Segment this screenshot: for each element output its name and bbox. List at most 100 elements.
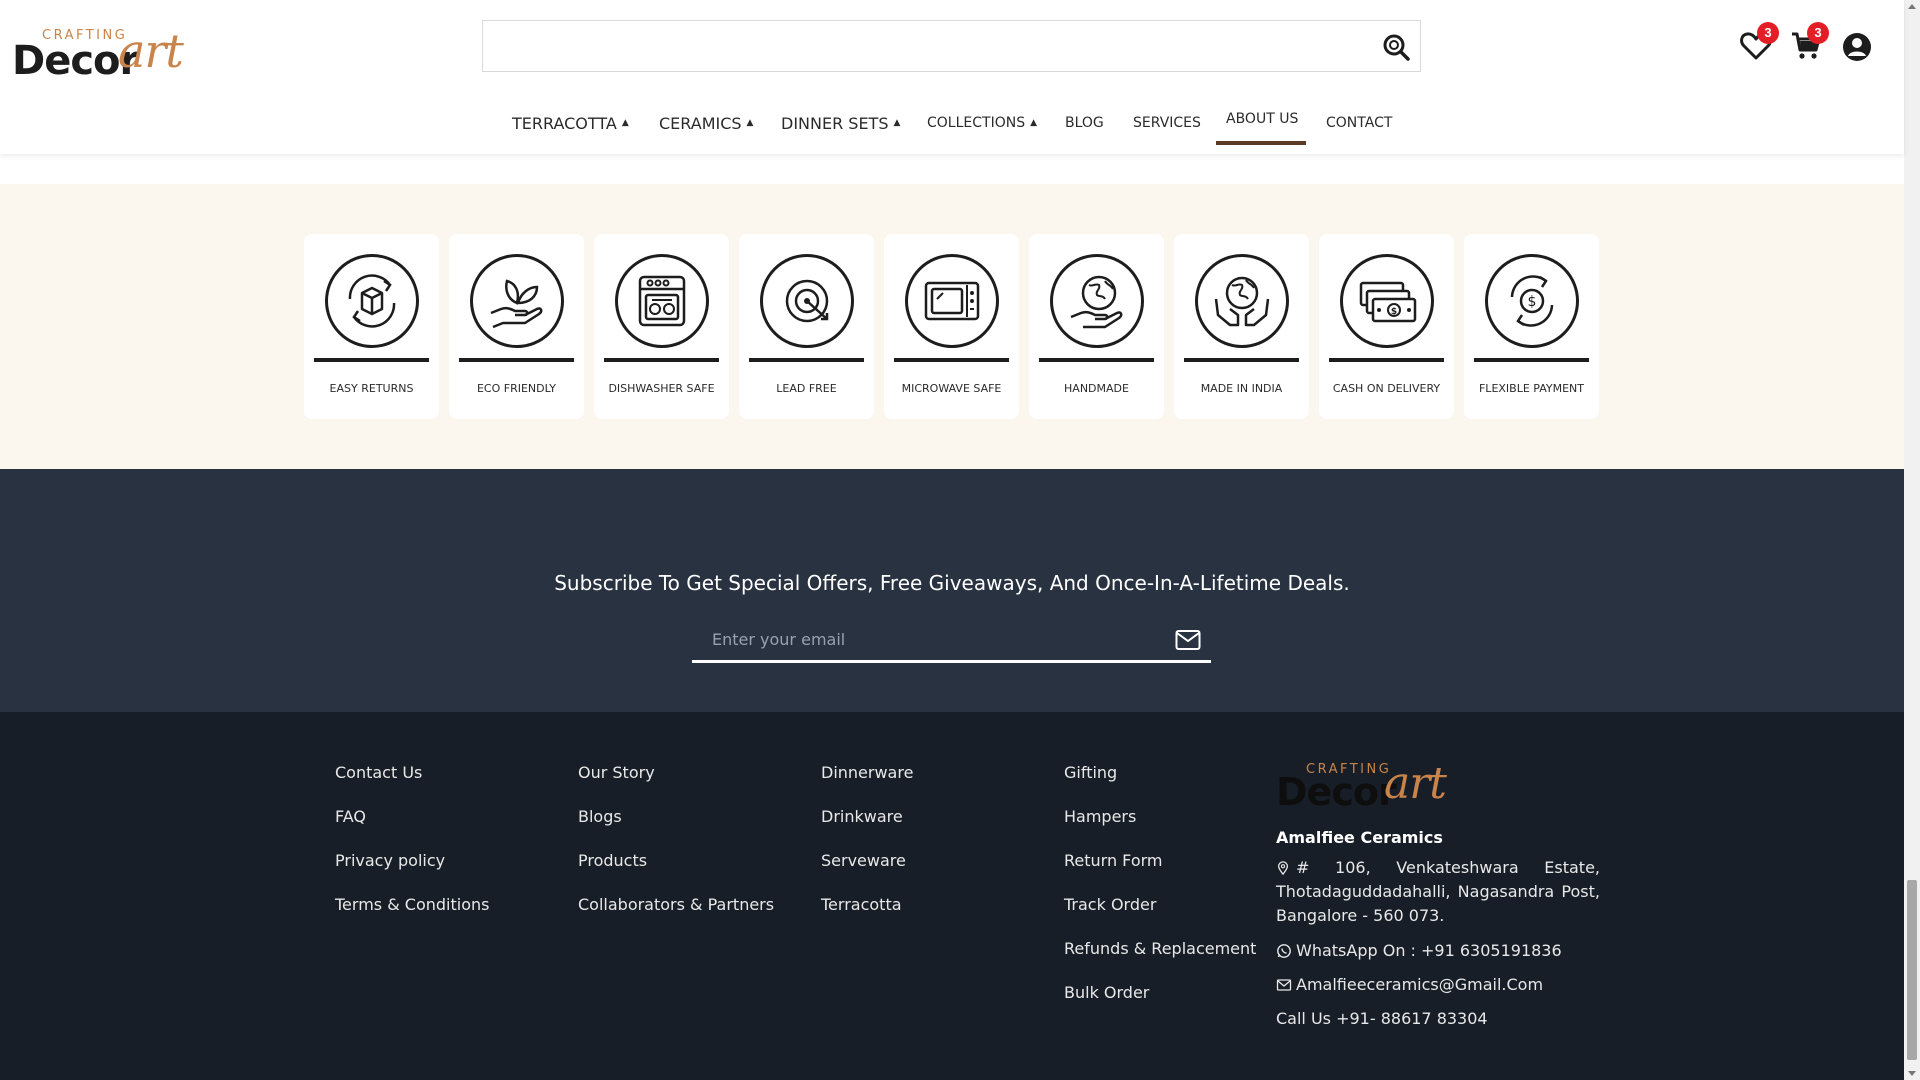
mail-icon[interactable]: [1175, 629, 1201, 651]
cash-icon: $: [1359, 281, 1417, 323]
feature-divider: [1474, 358, 1589, 362]
feature-label: ECO FRIENDLY: [476, 382, 557, 395]
site-footer: Contact Us FAQ Privacy policy Terms & Co…: [0, 712, 1904, 1080]
phone-contact[interactable]: Call Us +91- 88617 83304: [1276, 1009, 1488, 1028]
feature-label: CASH ON DELIVERY: [1332, 382, 1441, 395]
subscribe-heading: Subscribe To Get Special Offers, Free Gi…: [554, 571, 1350, 595]
email-contact[interactable]: Amalfieeceramics@Gmail.Com: [1276, 975, 1543, 994]
footer-link-blogs[interactable]: Blogs: [578, 807, 622, 826]
dishwasher-icon: [638, 275, 686, 327]
footer-link-contact-us[interactable]: Contact Us: [335, 763, 422, 782]
subscribe-form: [692, 619, 1211, 663]
feature-label: HANDMADE: [1064, 382, 1129, 395]
feature-card-lead-free: LEAD FREE: [739, 234, 874, 419]
feature-divider: [459, 358, 574, 362]
return-box-icon: [348, 274, 396, 328]
search-icon[interactable]: [1382, 33, 1410, 61]
nav-ceramics[interactable]: CERAMICS ▲: [659, 100, 753, 146]
active-nav-indicator: [1216, 141, 1306, 145]
account-icon[interactable]: [1841, 31, 1873, 63]
microwave-icon: [924, 281, 980, 321]
footer-link-drinkware[interactable]: Drinkware: [821, 807, 903, 826]
nav-collections-label: COLLECTIONS: [927, 115, 1026, 131]
footer-link-products[interactable]: Products: [578, 851, 647, 870]
feature-label: DISHWASHER SAFE: [608, 382, 715, 395]
location-pin-icon: [1277, 861, 1289, 876]
nav-contact-label: CONTACT: [1326, 115, 1393, 131]
footer-link-serveware[interactable]: Serveware: [821, 851, 906, 870]
phone-text: Call Us +91- 88617 83304: [1276, 1009, 1488, 1028]
feature-card-handmade: HANDMADE: [1029, 234, 1164, 419]
feature-divider: [314, 358, 429, 362]
feature-card-flexible-payment: $ FLEXIBLE PAYMENT: [1464, 234, 1599, 419]
feature-divider: [1039, 358, 1154, 362]
email-input[interactable]: [692, 619, 1152, 659]
scroll-up-arrow-icon[interactable]: [1908, 4, 1916, 9]
whatsapp-icon: [1277, 943, 1291, 958]
footer-link-track-order[interactable]: Track Order: [1064, 895, 1156, 914]
footer-link-refunds[interactable]: Refunds & Replacement: [1064, 939, 1256, 958]
feature-card-microwave-safe: MICROWAVE SAFE: [884, 234, 1019, 419]
footer-link-terms[interactable]: Terms & Conditions: [335, 895, 489, 914]
nav-blog[interactable]: BLOG: [1065, 100, 1104, 146]
search-input[interactable]: [483, 21, 1363, 71]
caret-up-icon: ▲: [893, 118, 901, 128]
envelope-icon: [1276, 978, 1292, 991]
email-text: Amalfieeceramics@Gmail.Com: [1296, 975, 1544, 994]
cart-count-badge: 3: [1807, 22, 1829, 44]
footer-link-dinnerware[interactable]: Dinnerware: [821, 763, 913, 782]
feature-divider: [749, 358, 864, 362]
feature-divider: [894, 358, 1009, 362]
footer-link-our-story[interactable]: Our Story: [578, 763, 655, 782]
feature-divider: [1184, 358, 1299, 362]
feature-card-made-in-india: MADE IN INDIA: [1174, 234, 1309, 419]
wishlist-count-badge: 3: [1757, 22, 1779, 44]
feature-label: FLEXIBLE PAYMENT: [1478, 382, 1584, 395]
footer-logo-script: art: [1384, 758, 1447, 809]
nav-terracotta[interactable]: TERRACOTTA ▲: [512, 100, 629, 146]
feature-card-dishwasher-safe: DISHWASHER SAFE: [594, 234, 729, 419]
feature-card-eco-friendly: ECO FRIENDLY: [449, 234, 584, 419]
feature-label: MICROWAVE SAFE: [901, 382, 1002, 395]
footer-link-collaborators[interactable]: Collaborators & Partners: [578, 895, 774, 914]
feature-label: LEAD FREE: [776, 382, 837, 395]
dollar-cycle-icon: $: [1510, 275, 1554, 327]
footer-link-hampers[interactable]: Hampers: [1064, 807, 1136, 826]
footer-link-terracotta[interactable]: Terracotta: [821, 895, 902, 914]
footer-link-bulk-order[interactable]: Bulk Order: [1064, 983, 1149, 1002]
feature-card-easy-returns: EASY RETURNS: [304, 234, 439, 419]
company-name: Amalfiee Ceramics: [1276, 828, 1443, 847]
footer-link-faq[interactable]: FAQ: [335, 807, 366, 826]
feature-card-cash-on-delivery: $ CASH ON DELIVERY: [1319, 234, 1454, 419]
features-strip: EASY RETURNS ECO FRIENDLY DISHWASHER SAF…: [0, 184, 1904, 469]
nav-contact[interactable]: CONTACT: [1326, 100, 1392, 146]
caret-up-icon: ▲: [746, 118, 754, 128]
logo-script: art: [118, 24, 184, 78]
scrollbar-thumb[interactable]: [1907, 880, 1917, 1060]
scroll-down-arrow-icon[interactable]: [1908, 1071, 1916, 1076]
whatsapp-contact[interactable]: WhatsApp On : +91 6305191836: [1276, 941, 1562, 960]
nav-dinner-sets-label: DINNER SETS: [781, 113, 889, 133]
search-bar: [482, 20, 1421, 72]
footer-link-gifting[interactable]: Gifting: [1064, 763, 1117, 782]
page-scrollbar[interactable]: [1904, 0, 1920, 1080]
main-nav: TERRACOTTA ▲ CERAMICS ▲ DINNER SETS ▲ CO…: [0, 100, 1904, 154]
nav-about-us[interactable]: ABOUT US: [1226, 96, 1298, 142]
footer-logo[interactable]: CRAFTING Decor art: [1276, 758, 1456, 814]
nav-services[interactable]: SERVICES: [1133, 100, 1201, 146]
globe-hand-icon: [1070, 275, 1123, 329]
feature-divider: [1329, 358, 1444, 362]
nav-dinner-sets[interactable]: DINNER SETS ▲: [781, 100, 900, 146]
site-logo[interactable]: CRAFTING Decor art: [12, 22, 192, 84]
footer-link-return-form[interactable]: Return Form: [1064, 851, 1162, 870]
whatsapp-text: WhatsApp On : +91 6305191836: [1296, 941, 1562, 960]
footer-link-privacy-policy[interactable]: Privacy policy: [335, 851, 445, 870]
feature-label: EASY RETURNS: [329, 382, 414, 395]
caret-up-icon: ▲: [1030, 118, 1037, 128]
footer-logo-wordmark: Decor: [1276, 770, 1397, 814]
company-address: # 106, Venkateshwara Estate, Thotadagudd…: [1276, 856, 1600, 928]
nav-terracotta-label: TERRACOTTA: [512, 113, 617, 133]
feature-label: MADE IN INDIA: [1200, 382, 1283, 395]
nav-collections[interactable]: COLLECTIONS ▲: [927, 100, 1037, 146]
target-icon: [785, 279, 829, 323]
